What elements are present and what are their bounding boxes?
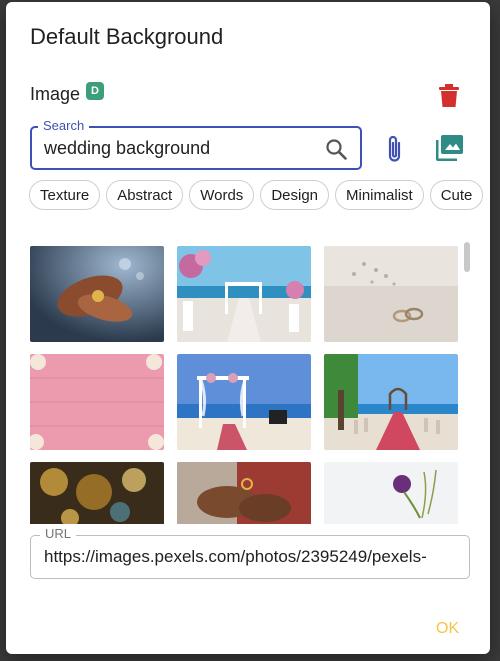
d-badge: D [86, 82, 104, 100]
thumbnail-rings-flowers[interactable] [324, 246, 458, 342]
url-value[interactable]: https://images.pexels.com/photos/2395249… [44, 547, 464, 567]
thumbnail-purple-flower[interactable] [324, 462, 458, 524]
thumbnail-golden-bokeh[interactable] [30, 462, 164, 524]
chip-words[interactable]: Words [189, 180, 255, 210]
category-chips: Texture Abstract Words Design Minimalist Cute [29, 180, 490, 214]
search-value[interactable]: wedding background [44, 138, 210, 159]
image-results-grid [30, 246, 462, 524]
search-label: Search [38, 118, 90, 133]
chip-abstract[interactable]: Abstract [106, 180, 184, 210]
url-label: URL [40, 526, 77, 541]
thumbnail-beach-aisle[interactable] [177, 246, 311, 342]
paperclip-icon[interactable] [384, 134, 406, 164]
chip-texture[interactable]: Texture [29, 180, 101, 210]
chip-design[interactable]: Design [260, 180, 330, 210]
dialog-title: Default Background [30, 24, 224, 49]
default-background-dialog: Default Background Image D Search weddin… [6, 2, 490, 654]
thumbnail-ring-exchange[interactable] [177, 462, 311, 524]
ok-button[interactable]: OK [436, 620, 459, 638]
photo-library-icon[interactable] [434, 134, 464, 162]
image-label: Image [30, 84, 81, 104]
scrollbar-thumb[interactable] [464, 242, 470, 272]
thumbnail-henna-hands[interactable] [30, 246, 164, 342]
thumbnail-beach-arch[interactable] [177, 354, 311, 450]
search-icon[interactable] [324, 137, 348, 161]
delete-icon[interactable] [438, 84, 460, 108]
thumbnail-palm-aisle[interactable] [324, 354, 458, 450]
chip-minimalist[interactable]: Minimalist [335, 180, 424, 210]
chip-cute[interactable]: Cute [429, 180, 484, 210]
thumbnail-pink-wood[interactable] [30, 354, 164, 450]
